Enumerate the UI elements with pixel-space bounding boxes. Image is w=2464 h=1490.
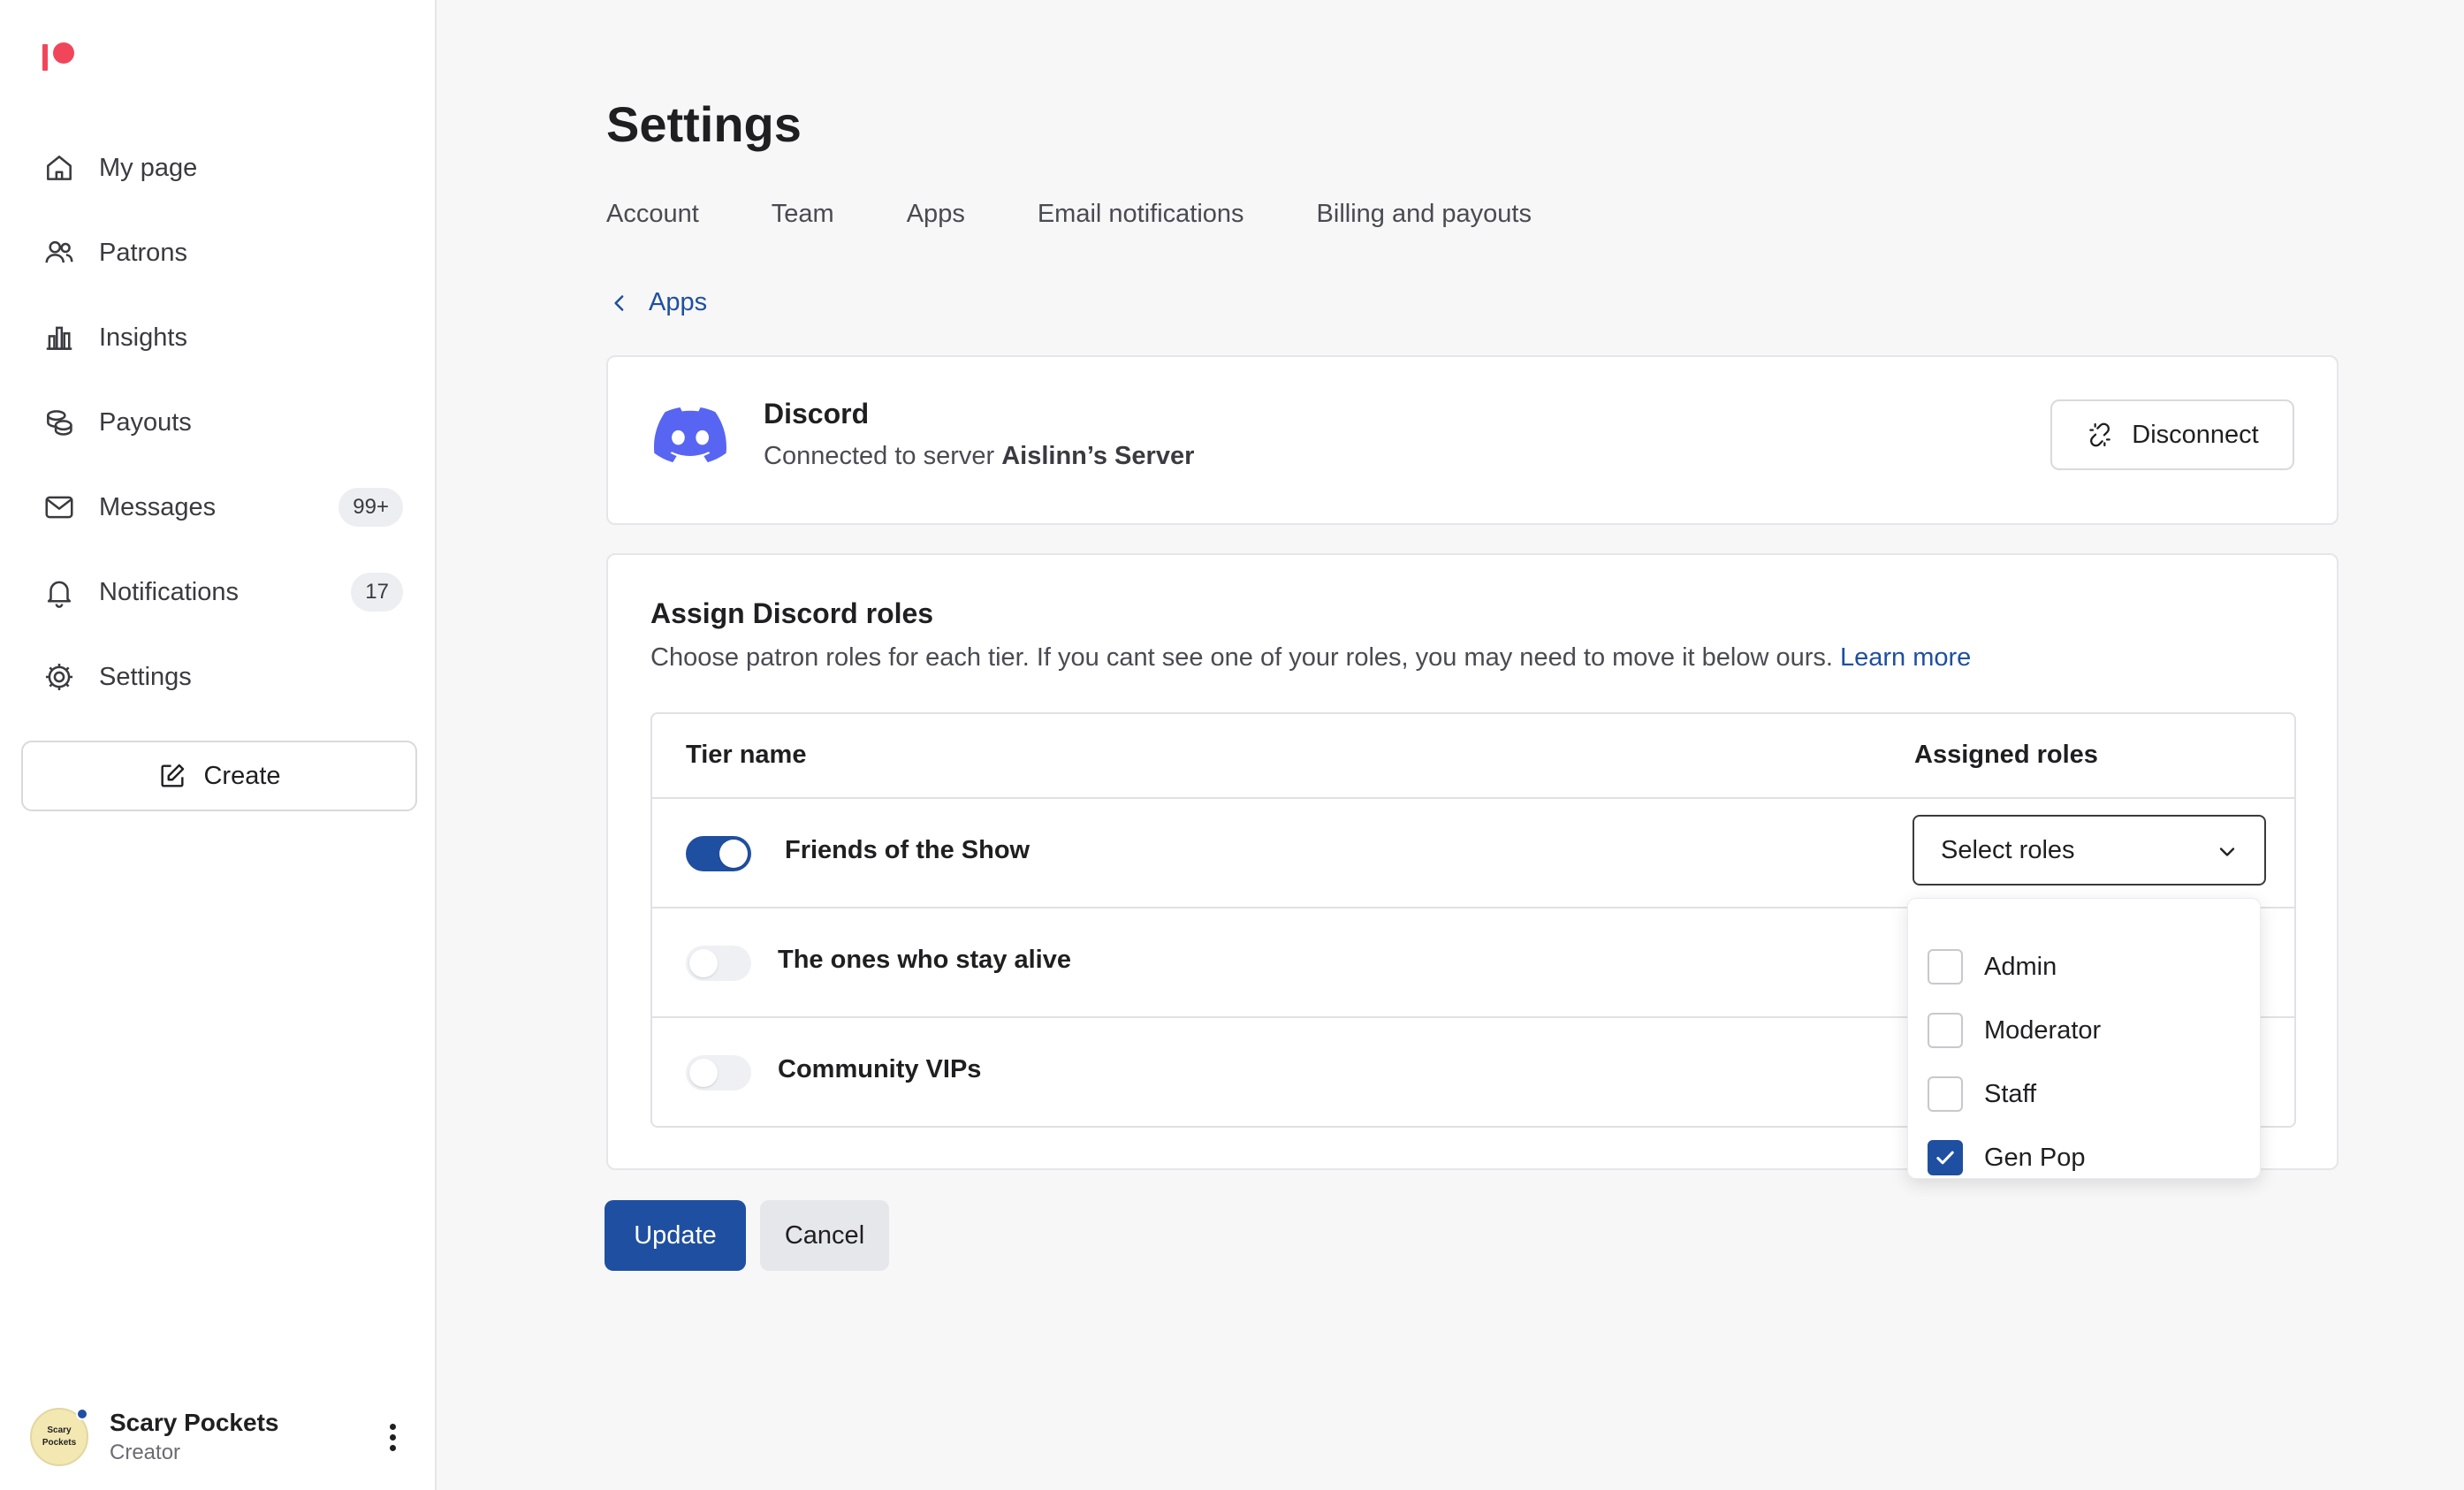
create-button-label: Create (203, 762, 280, 791)
sidebar-item-patrons[interactable]: Patrons (21, 219, 403, 286)
tab-account[interactable]: Account (606, 200, 699, 229)
messages-count-badge: 99+ (338, 488, 403, 527)
disconnect-button-label: Disconnect (2132, 421, 2258, 450)
checkmark-icon (1933, 1145, 1958, 1170)
select-roles-dropdown[interactable]: Select roles (1913, 815, 2266, 886)
discord-title: Discord (764, 398, 869, 430)
discord-connection-status: Connected to server Aislinn’s Server (764, 442, 1194, 471)
sidebar-item-payouts[interactable]: Payouts (21, 389, 403, 456)
unlink-icon (2086, 421, 2114, 449)
profile-role: Creator (110, 1441, 375, 1465)
column-header-tier-name: Tier name (686, 741, 806, 770)
roles-section-title: Assign Discord roles (650, 597, 933, 630)
roles-dropdown-menu: Admin Moderator Staff Gen Pop (1907, 898, 2261, 1179)
profile-menu[interactable]: Scary Pockets Scary Pockets Creator (30, 1403, 410, 1471)
sidebar-item-label: Messages (99, 493, 338, 522)
role-option-gen-pop[interactable]: Gen Pop (1928, 1134, 2085, 1182)
discord-icon (654, 407, 726, 463)
tier-name: Community VIPs (778, 1055, 981, 1084)
chevron-left-icon (606, 290, 633, 316)
disconnect-button[interactable]: Disconnect (2050, 399, 2294, 470)
create-button[interactable]: Create (21, 741, 417, 811)
notifications-count-badge: 17 (351, 573, 403, 612)
more-options-icon[interactable] (375, 1410, 410, 1463)
page-title: Settings (606, 95, 802, 153)
sidebar-item-notifications[interactable]: Notifications 17 (21, 559, 403, 626)
checkbox[interactable] (1928, 1013, 1963, 1048)
learn-more-link[interactable]: Learn more (1840, 643, 1971, 672)
mail-icon (42, 490, 76, 524)
sidebar-item-label: Payouts (99, 408, 403, 437)
role-option-label: Staff (1984, 1080, 2036, 1109)
connected-prefix: Connected to server (764, 442, 994, 470)
sidebar-item-settings[interactable]: Settings (21, 643, 403, 711)
users-icon (42, 236, 76, 270)
role-option-admin[interactable]: Admin (1928, 943, 2057, 991)
roles-section-description: Choose patron roles for each tier. If yo… (650, 643, 1971, 673)
roles-description-text: Choose patron roles for each tier. If yo… (650, 643, 1833, 672)
sidebar-item-insights[interactable]: Insights (21, 304, 403, 371)
bar-chart-icon (42, 321, 76, 354)
update-button[interactable]: Update (605, 1200, 746, 1271)
back-link-label: Apps (649, 288, 707, 317)
tab-email-notifications[interactable]: Email notifications (1038, 200, 1244, 229)
back-to-apps-link[interactable]: Apps (606, 288, 707, 317)
tier-name: Friends of the Show (785, 836, 1030, 865)
sidebar-item-label: My page (99, 154, 403, 183)
select-roles-placeholder: Select roles (1941, 836, 2075, 865)
tier-toggle[interactable] (686, 836, 751, 871)
table-row: Friends of the Show Select roles (652, 797, 2294, 907)
tab-apps[interactable]: Apps (907, 200, 965, 229)
settings-tabs: Account Team Apps Email notifications Bi… (606, 200, 1532, 229)
column-header-assigned-roles: Assigned roles (1914, 741, 2098, 770)
tier-toggle[interactable] (686, 1055, 751, 1091)
role-option-moderator[interactable]: Moderator (1928, 1007, 2101, 1054)
tab-billing-and-payouts[interactable]: Billing and payouts (1317, 200, 1532, 229)
bell-icon (42, 575, 76, 609)
home-icon (42, 151, 76, 185)
online-status-dot (76, 1408, 88, 1420)
checkbox-checked[interactable] (1928, 1140, 1963, 1175)
sidebar-item-label: Insights (99, 323, 403, 353)
role-option-label: Moderator (1984, 1016, 2101, 1045)
role-option-label: Admin (1984, 953, 2057, 982)
profile-name: Scary Pockets (110, 1409, 375, 1437)
server-name: Aislinn’s Server (1001, 442, 1194, 470)
checkbox[interactable] (1928, 949, 1963, 984)
checkbox[interactable] (1928, 1076, 1963, 1112)
role-option-label: Gen Pop (1984, 1144, 2085, 1173)
avatar: Scary Pockets (30, 1408, 88, 1466)
sidebar-item-my-page[interactable]: My page (21, 134, 403, 201)
tier-name: The ones who stay alive (778, 946, 1071, 975)
discord-connection-card: Discord Connected to server Aislinn’s Se… (606, 355, 2339, 525)
coins-icon (42, 406, 76, 439)
cancel-button[interactable]: Cancel (760, 1200, 889, 1271)
tier-toggle[interactable] (686, 946, 751, 981)
tab-team[interactable]: Team (772, 200, 834, 229)
sidebar-item-messages[interactable]: Messages 99+ (21, 474, 403, 541)
chevron-down-icon (2215, 840, 2240, 864)
patreon-logo[interactable] (42, 41, 78, 72)
sidebar-item-label: Patrons (99, 239, 403, 268)
sidebar-item-label: Settings (99, 663, 403, 692)
sidebar-item-label: Notifications (99, 578, 351, 607)
edit-icon (157, 761, 187, 791)
role-option-staff[interactable]: Staff (1928, 1070, 2036, 1118)
avatar-logo-text: Scary Pockets (37, 1425, 81, 1449)
gear-icon (42, 660, 76, 694)
sidebar: My page Patrons Insights Payouts Message… (0, 0, 437, 1490)
